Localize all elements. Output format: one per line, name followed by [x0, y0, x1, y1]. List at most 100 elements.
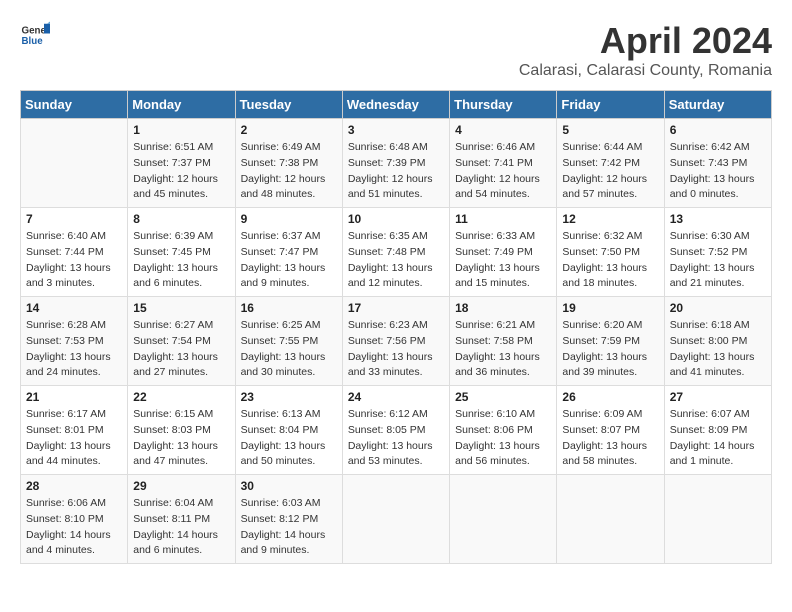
calendar-cell: 12 Sunrise: 6:32 AMSunset: 7:50 PMDayligh…: [557, 208, 664, 297]
day-number: 30: [241, 479, 337, 493]
calendar-cell: 11 Sunrise: 6:33 AMSunset: 7:49 PMDayligh…: [450, 208, 557, 297]
day-info: Sunrise: 6:03 AMSunset: 8:12 PMDaylight:…: [241, 496, 337, 559]
day-info: Sunrise: 6:39 AMSunset: 7:45 PMDaylight:…: [133, 229, 229, 292]
day-number: 5: [562, 123, 658, 137]
day-number: 15: [133, 301, 229, 315]
day-info: Sunrise: 6:04 AMSunset: 8:11 PMDaylight:…: [133, 496, 229, 559]
day-of-week-header: Wednesday: [342, 91, 449, 119]
calendar-cell: 30 Sunrise: 6:03 AMSunset: 8:12 PMDayligh…: [235, 475, 342, 564]
day-number: 13: [670, 212, 766, 226]
calendar-cell: 23Sunrise: 6:13 AMSunset: 8:04 PMDayligh…: [235, 386, 342, 475]
calendar-cell: 5Sunrise: 6:44 AMSunset: 7:42 PMDaylight…: [557, 119, 664, 208]
day-info: Sunrise: 6:20 AMSunset: 7:59 PMDaylight:…: [562, 318, 658, 381]
day-number: 8: [133, 212, 229, 226]
calendar-cell: 25Sunrise: 6:10 AMSunset: 8:06 PMDayligh…: [450, 386, 557, 475]
day-number: 14: [26, 301, 122, 315]
calendar-cell: 9 Sunrise: 6:37 AMSunset: 7:47 PMDaylight…: [235, 208, 342, 297]
day-info: Sunrise: 6:48 AMSunset: 7:39 PMDaylight:…: [348, 140, 444, 203]
day-number: 28: [26, 479, 122, 493]
day-number: 12: [562, 212, 658, 226]
day-number: 11: [455, 212, 551, 226]
day-number: 2: [241, 123, 337, 137]
svg-text:Blue: Blue: [22, 36, 44, 47]
calendar-cell: [342, 475, 449, 564]
day-info: Sunrise: 6:15 AMSunset: 8:03 PMDaylight:…: [133, 407, 229, 470]
calendar-cell: 1 Sunrise: 6:51 AMSunset: 7:37 PMDaylight…: [128, 119, 235, 208]
day-info: Sunrise: 6:07 AMSunset: 8:09 PMDaylight:…: [670, 407, 766, 470]
day-info: Sunrise: 6:18 AMSunset: 8:00 PMDaylight:…: [670, 318, 766, 381]
day-info: Sunrise: 6:09 AMSunset: 8:07 PMDaylight:…: [562, 407, 658, 470]
calendar-cell: [664, 475, 771, 564]
calendar-cell: [557, 475, 664, 564]
calendar-cell: [21, 119, 128, 208]
calendar-cell: 10 Sunrise: 6:35 AMSunset: 7:48 PMDayligh…: [342, 208, 449, 297]
day-number: 6: [670, 123, 766, 137]
calendar-cell: 13 Sunrise: 6:30 AMSunset: 7:52 PMDayligh…: [664, 208, 771, 297]
day-of-week-header: Thursday: [450, 91, 557, 119]
calendar-cell: 7Sunrise: 6:40 AMSunset: 7:44 PMDaylight…: [21, 208, 128, 297]
day-info: Sunrise: 6:23 AMSunset: 7:56 PMDaylight:…: [348, 318, 444, 381]
title-section: April 2024 Calarasi, Calarasi County, Ro…: [519, 20, 772, 80]
subtitle: Calarasi, Calarasi County, Romania: [519, 62, 772, 80]
day-info: Sunrise: 6:51 AMSunset: 7:37 PMDaylight:…: [133, 140, 229, 203]
day-of-week-header: Saturday: [664, 91, 771, 119]
calendar-cell: 22 Sunrise: 6:15 AMSunset: 8:03 PMDayligh…: [128, 386, 235, 475]
calendar-week-row: 7Sunrise: 6:40 AMSunset: 7:44 PMDaylight…: [21, 208, 772, 297]
calendar-week-row: 1 Sunrise: 6:51 AMSunset: 7:37 PMDaylight…: [21, 119, 772, 208]
day-number: 3: [348, 123, 444, 137]
day-number: 9: [241, 212, 337, 226]
day-number: 21: [26, 390, 122, 404]
day-number: 19: [562, 301, 658, 315]
day-info: Sunrise: 6:37 AMSunset: 7:47 PMDaylight:…: [241, 229, 337, 292]
calendar-cell: 15Sunrise: 6:27 AMSunset: 7:54 PMDayligh…: [128, 297, 235, 386]
calendar-cell: 3 Sunrise: 6:48 AMSunset: 7:39 PMDaylight…: [342, 119, 449, 208]
calendar-week-row: 28Sunrise: 6:06 AMSunset: 8:10 PMDayligh…: [21, 475, 772, 564]
header-row: SundayMondayTuesdayWednesdayThursdayFrid…: [21, 91, 772, 119]
day-number: 22: [133, 390, 229, 404]
day-number: 23: [241, 390, 337, 404]
day-number: 29: [133, 479, 229, 493]
day-of-week-header: Sunday: [21, 91, 128, 119]
day-number: 18: [455, 301, 551, 315]
day-number: 25: [455, 390, 551, 404]
calendar-cell: 17Sunrise: 6:23 AMSunset: 7:56 PMDayligh…: [342, 297, 449, 386]
calendar-cell: 18 Sunrise: 6:21 AMSunset: 7:58 PMDayligh…: [450, 297, 557, 386]
day-info: Sunrise: 6:28 AMSunset: 7:53 PMDaylight:…: [26, 318, 122, 381]
day-info: Sunrise: 6:46 AMSunset: 7:41 PMDaylight:…: [455, 140, 551, 203]
calendar-cell: 28Sunrise: 6:06 AMSunset: 8:10 PMDayligh…: [21, 475, 128, 564]
day-number: 4: [455, 123, 551, 137]
day-info: Sunrise: 6:42 AMSunset: 7:43 PMDaylight:…: [670, 140, 766, 203]
main-title: April 2024: [519, 20, 772, 62]
calendar-cell: 24Sunrise: 6:12 AMSunset: 8:05 PMDayligh…: [342, 386, 449, 475]
day-info: Sunrise: 6:21 AMSunset: 7:58 PMDaylight:…: [455, 318, 551, 381]
calendar-cell: 4 Sunrise: 6:46 AMSunset: 7:41 PMDaylight…: [450, 119, 557, 208]
calendar-cell: 27Sunrise: 6:07 AMSunset: 8:09 PMDayligh…: [664, 386, 771, 475]
calendar-week-row: 14 Sunrise: 6:28 AMSunset: 7:53 PMDayligh…: [21, 297, 772, 386]
day-of-week-header: Friday: [557, 91, 664, 119]
day-number: 26: [562, 390, 658, 404]
day-info: Sunrise: 6:32 AMSunset: 7:50 PMDaylight:…: [562, 229, 658, 292]
day-info: Sunrise: 6:25 AMSunset: 7:55 PMDaylight:…: [241, 318, 337, 381]
calendar-cell: 16 Sunrise: 6:25 AMSunset: 7:55 PMDayligh…: [235, 297, 342, 386]
day-of-week-header: Monday: [128, 91, 235, 119]
day-number: 7: [26, 212, 122, 226]
calendar-cell: 20Sunrise: 6:18 AMSunset: 8:00 PMDayligh…: [664, 297, 771, 386]
logo-icon: General Blue: [20, 20, 50, 50]
calendar-cell: 8 Sunrise: 6:39 AMSunset: 7:45 PMDaylight…: [128, 208, 235, 297]
calendar-cell: 19 Sunrise: 6:20 AMSunset: 7:59 PMDayligh…: [557, 297, 664, 386]
day-info: Sunrise: 6:30 AMSunset: 7:52 PMDaylight:…: [670, 229, 766, 292]
calendar-cell: 14 Sunrise: 6:28 AMSunset: 7:53 PMDayligh…: [21, 297, 128, 386]
calendar-cell: 6 Sunrise: 6:42 AMSunset: 7:43 PMDaylight…: [664, 119, 771, 208]
page-header: General Blue April 2024 Calarasi, Calara…: [20, 20, 772, 80]
day-number: 10: [348, 212, 444, 226]
calendar-cell: [450, 475, 557, 564]
day-number: 16: [241, 301, 337, 315]
day-info: Sunrise: 6:35 AMSunset: 7:48 PMDaylight:…: [348, 229, 444, 292]
calendar-cell: 2Sunrise: 6:49 AMSunset: 7:38 PMDaylight…: [235, 119, 342, 208]
day-info: Sunrise: 6:12 AMSunset: 8:05 PMDaylight:…: [348, 407, 444, 470]
day-number: 1: [133, 123, 229, 137]
calendar-table: SundayMondayTuesdayWednesdayThursdayFrid…: [20, 90, 772, 564]
day-info: Sunrise: 6:33 AMSunset: 7:49 PMDaylight:…: [455, 229, 551, 292]
calendar-cell: 29 Sunrise: 6:04 AMSunset: 8:11 PMDayligh…: [128, 475, 235, 564]
day-of-week-header: Tuesday: [235, 91, 342, 119]
